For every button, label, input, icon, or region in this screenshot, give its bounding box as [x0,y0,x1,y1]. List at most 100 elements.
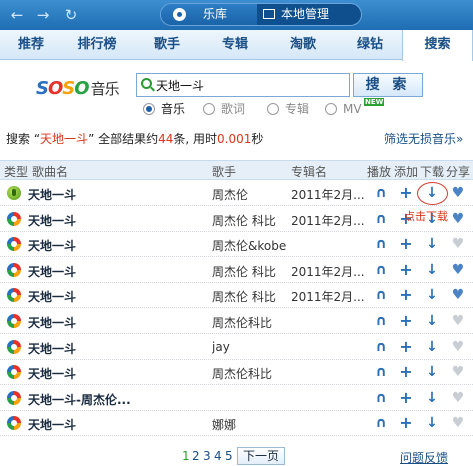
summary-mid: ” 全部结果约 [88,132,159,146]
song-title[interactable]: 天地一斗 [28,314,208,331]
table-row[interactable]: 天地一斗 娜娜 ∩ + ↓ ♥ [0,411,473,436]
tab-search[interactable]: 搜索 [402,30,473,61]
forward-arrow-icon[interactable]: → [34,6,52,24]
tab-singers[interactable]: 歌手 [132,30,202,59]
table-row[interactable]: 天地一斗 周杰伦科比 ∩ + ↓ ♥ [0,309,473,334]
download-icon[interactable]: ↓ [424,415,440,431]
download-icon[interactable]: ↓ [424,236,440,252]
download-icon[interactable]: ↓ [424,287,440,303]
song-title[interactable]: 天地一斗-周杰伦... [28,391,208,408]
add-icon[interactable]: + [398,185,414,201]
singer-name: 周杰伦 科比 [212,265,276,279]
add-icon[interactable]: + [398,313,414,329]
soso-music-icon [7,288,21,302]
page-5[interactable]: 5 [225,449,233,463]
singer-name: jay [212,340,230,354]
filter-lossless-link[interactable]: 筛选无损音乐» [384,130,463,147]
download-icon[interactable]: ↓ [424,339,440,355]
headphones-icon[interactable]: ∩ [373,236,389,252]
radio-mv[interactable]: MV [325,102,362,116]
headphones-icon[interactable]: ∩ [373,185,389,201]
song-title[interactable]: 天地一斗 [28,416,208,433]
soso-music-icon [7,365,21,379]
next-page-button[interactable]: 下一页 [237,447,285,465]
song-title[interactable]: 天地一斗 [28,365,208,382]
add-icon[interactable]: + [398,339,414,355]
refresh-icon[interactable]: ↻ [62,6,80,24]
tab-green-diamond[interactable]: 绿钻 [338,30,402,59]
table-row[interactable]: 天地一斗 周杰伦&kobe ∩ + ↓ ♥ [0,232,473,257]
search-input[interactable] [156,76,346,94]
radio-album[interactable]: 专辑 [267,102,309,116]
soso-music-icon [7,263,21,277]
local-manage-view-button[interactable]: 本地管理 [257,4,361,25]
radio-lyrics-label: 歌词 [221,102,246,116]
feedback-link[interactable]: 问题反馈 [400,449,448,466]
headphones-icon[interactable]: ∩ [373,364,389,380]
radio-mv-label: MV [343,102,362,116]
heart-icon[interactable]: ♥ [450,313,466,329]
headphones-icon[interactable]: ∩ [373,390,389,406]
page-4[interactable]: 4 [214,449,222,463]
download-icon[interactable]: ↓ [424,364,440,380]
download-highlight-circle [417,182,448,205]
page-1[interactable]: 1 [182,449,190,463]
table-row[interactable]: 天地一斗-周杰伦... ∩ + ↓ ♥ [0,386,473,411]
song-title[interactable]: 天地一斗 [28,237,208,254]
tab-albums[interactable]: 专辑 [202,30,268,59]
download-icon[interactable]: ↓ [424,390,440,406]
headphones-icon[interactable]: ∩ [373,262,389,278]
headphones-icon[interactable]: ∩ [373,415,389,431]
song-title[interactable]: 天地一斗 [28,288,208,305]
song-title[interactable]: 天地一斗 [28,263,208,280]
library-view-button[interactable]: 乐库 [161,4,257,25]
add-icon[interactable]: + [398,415,414,431]
add-icon[interactable]: + [398,262,414,278]
add-icon[interactable]: + [398,364,414,380]
logo-suffix: 音乐 [90,80,120,98]
table-row[interactable]: 天地一斗 周杰伦 科比 2011年2月... ∩ + ↓ ♥ [0,258,473,283]
page-2[interactable]: 2 [192,449,200,463]
heart-icon[interactable]: ♥ [450,287,466,303]
radio-music[interactable]: 音乐 [143,102,185,116]
heart-icon[interactable]: ♥ [450,415,466,431]
search-button[interactable]: 搜 索 [353,73,423,97]
heart-icon[interactable]: ♥ [450,185,466,201]
heart-icon[interactable]: ♥ [450,390,466,406]
song-title[interactable]: 天地一斗 [28,340,208,357]
heart-icon[interactable]: ♥ [450,211,466,227]
heart-icon[interactable]: ♥ [450,262,466,278]
table-row[interactable]: 天地一斗 周杰伦 科比 2011年2月... ∩ + ↓ ♥ [0,207,473,232]
tab-recommend[interactable]: 推荐 [0,30,62,59]
headphones-icon[interactable]: ∩ [373,339,389,355]
song-title[interactable]: 天地一斗 [28,212,208,229]
headphones-icon[interactable]: ∩ [373,211,389,227]
radio-lyrics[interactable]: 歌词 [203,102,245,116]
song-title[interactable]: 天地一斗 [28,186,208,203]
headphones-icon[interactable]: ∩ [373,313,389,329]
table-row[interactable]: 天地一斗 周杰伦 科比 2011年2月... ∩ + ↓ ♥ [0,283,473,308]
table-row[interactable]: 天地一斗 周杰伦 2011年2月... ∩ + ↓ ♥ [0,181,473,206]
result-summary: 搜索 “天地一斗” 全部结果约44条, 用时0.001秒 [6,130,263,147]
heart-icon[interactable]: ♥ [450,364,466,380]
table-row[interactable]: 天地一斗 jay ∩ + ↓ ♥ [0,335,473,360]
download-icon[interactable]: ↓ [424,313,440,329]
tab-explore[interactable]: 淘歌 [268,30,338,59]
headphones-icon[interactable]: ∩ [373,287,389,303]
radio-dot-icon [203,103,215,115]
back-arrow-icon[interactable]: ← [8,6,26,24]
add-icon[interactable]: + [398,287,414,303]
add-icon[interactable]: + [398,236,414,252]
table-row[interactable]: 天地一斗 周杰伦科比 ∩ + ↓ ♥ [0,360,473,385]
tab-charts[interactable]: 排行榜 [62,30,132,59]
download-icon[interactable]: ↓ [424,262,440,278]
page-3[interactable]: 3 [203,449,211,463]
album-name: 2011年2月... [291,265,365,279]
heart-icon[interactable]: ♥ [450,236,466,252]
heart-icon[interactable]: ♥ [450,339,466,355]
radio-album-label: 专辑 [285,102,310,116]
radio-dot-icon [143,103,155,115]
soso-music-icon [7,212,21,226]
add-icon[interactable]: + [398,390,414,406]
album-name: 2011年2月... [291,188,365,202]
